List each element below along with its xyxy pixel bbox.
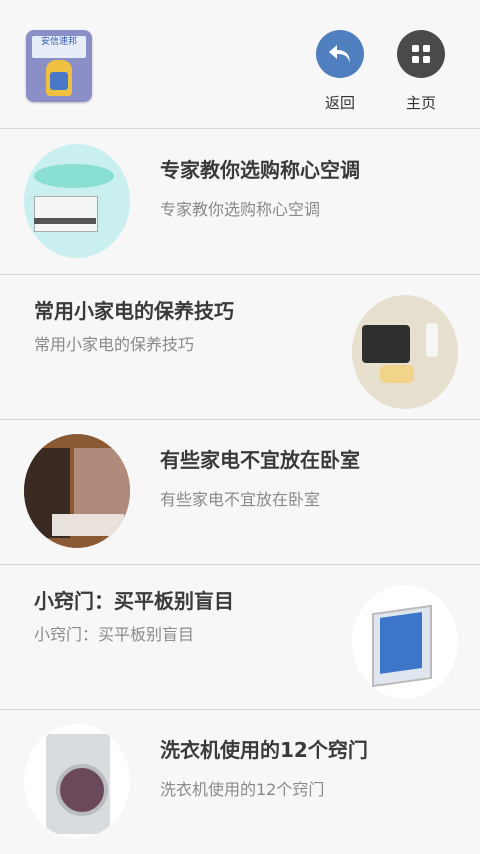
bedroom-thumbnail	[24, 434, 130, 548]
article-title: 专家教你选购称心空调	[160, 158, 360, 182]
article-item[interactable]: 有些家电不宜放在卧室 有些家电不宜放在卧室	[0, 420, 480, 565]
article-title: 洗衣机使用的12个窍门	[160, 738, 368, 762]
article-subtitle: 洗衣机使用的12个窍门	[160, 780, 325, 799]
article-title: 小窍门：买平板别盲目	[34, 589, 234, 613]
back-button[interactable]: 返回	[308, 30, 372, 113]
tablet-thumbnail	[352, 585, 458, 699]
washing-machine-thumbnail	[24, 724, 130, 838]
home-button[interactable]: 主页	[389, 30, 453, 113]
article-subtitle: 小窍门：买平板别盲目	[34, 625, 195, 644]
article-subtitle: 有些家电不宜放在卧室	[160, 490, 321, 509]
home-label: 主页	[405, 94, 436, 112]
article-item[interactable]: 洗衣机使用的12个窍门 洗衣机使用的12个窍门	[0, 710, 480, 854]
article-subtitle: 专家教你选购称心空调	[160, 200, 321, 219]
grid-icon	[397, 30, 445, 78]
air-conditioner-thumbnail	[24, 144, 130, 258]
article-title: 有些家电不宜放在卧室	[160, 448, 360, 472]
article-subtitle: 常用小家电的保养技巧	[34, 335, 195, 354]
article-item[interactable]: 常用小家电的保养技巧 常用小家电的保养技巧	[0, 275, 480, 420]
mascot-icon	[46, 60, 72, 96]
back-arrow-icon	[316, 30, 364, 78]
article-item[interactable]: 小窍门：买平板别盲目 小窍门：买平板别盲目	[0, 565, 480, 710]
kitchen-appliance-thumbnail	[352, 295, 458, 409]
app-header: 安信速邦 返回 主页	[0, 0, 480, 129]
article-item[interactable]: 专家教你选购称心空调 专家教你选购称心空调	[0, 130, 480, 275]
logo-text: 安信速邦	[40, 37, 77, 47]
article-title: 常用小家电的保养技巧	[34, 299, 234, 323]
back-label: 返回	[324, 94, 355, 112]
app-logo: 安信速邦	[26, 30, 92, 102]
